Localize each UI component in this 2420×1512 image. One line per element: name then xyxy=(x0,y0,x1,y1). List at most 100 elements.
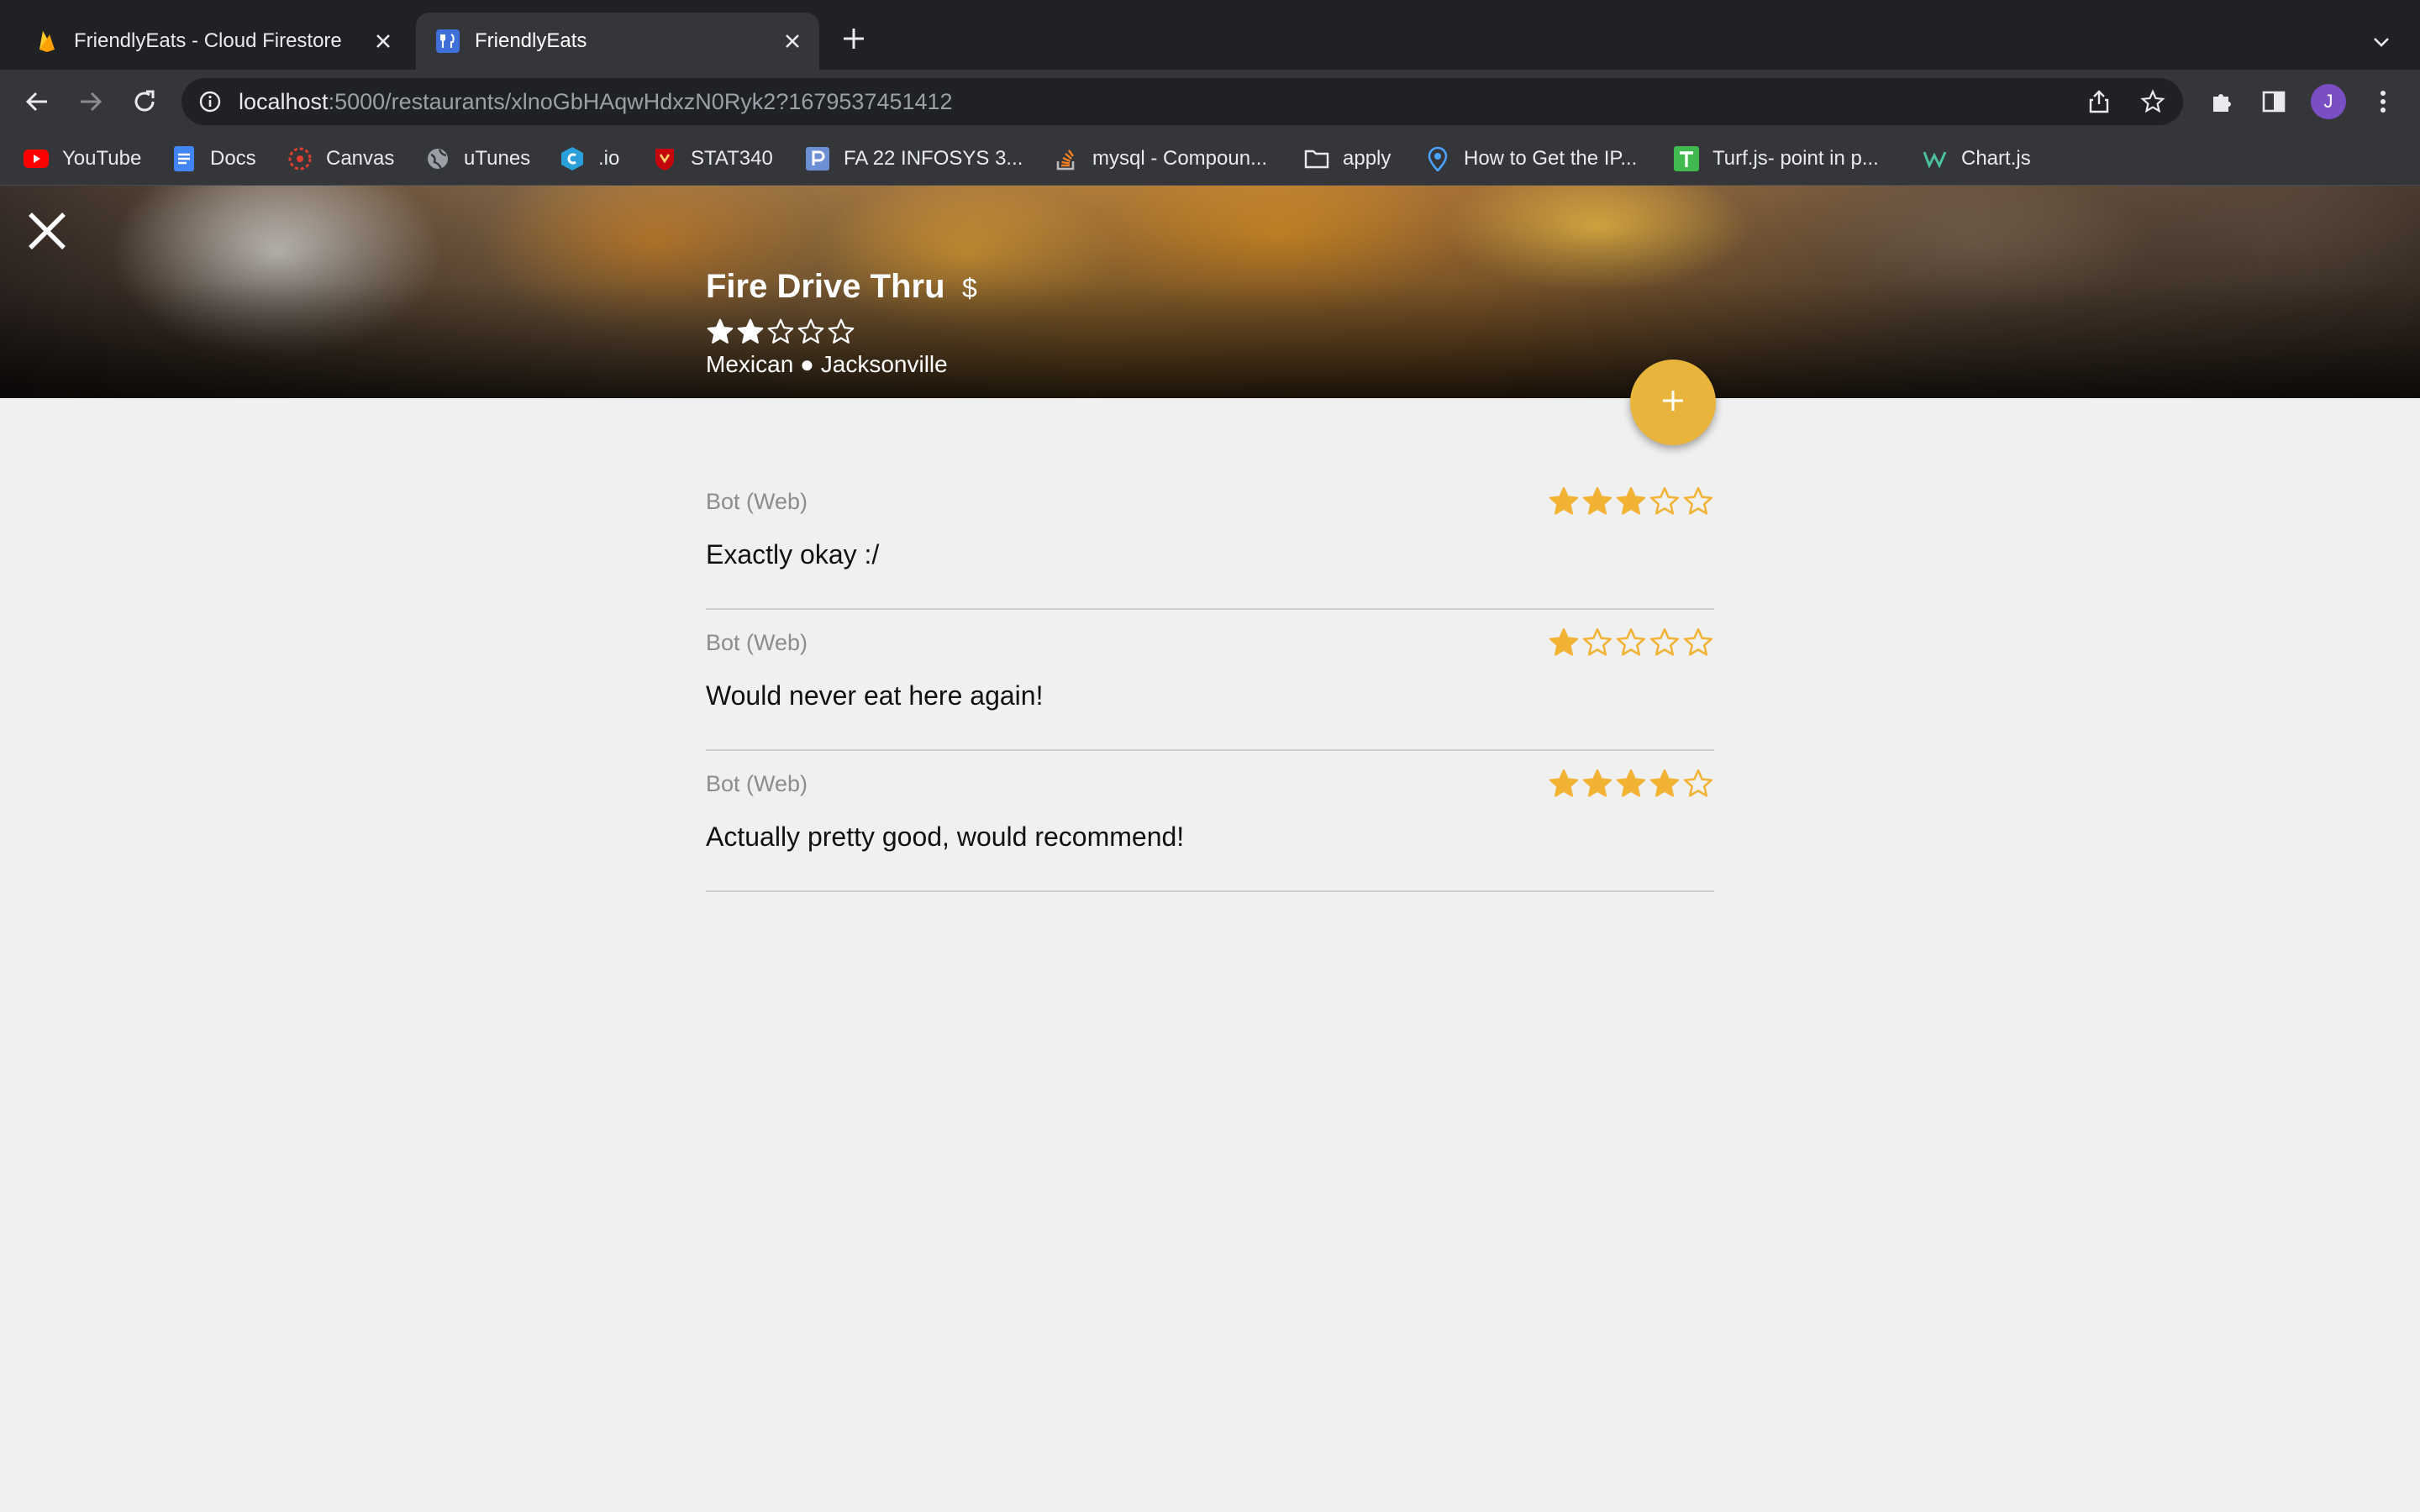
bookmark-canvas[interactable]: Canvas xyxy=(287,144,394,173)
profile-avatar[interactable]: J xyxy=(2311,84,2346,119)
star-empty-icon xyxy=(1683,769,1713,797)
share-icon[interactable] xyxy=(2086,88,2112,115)
review-rating xyxy=(1546,627,1714,659)
bookmark-star-icon[interactable] xyxy=(2139,88,2166,115)
url-path: :5000/restaurants/xlnoGbHAqwHdxzN0Ryk2?1… xyxy=(328,89,953,114)
star-filled-icon xyxy=(1616,769,1646,797)
close-icon[interactable] xyxy=(25,209,69,253)
c-logo-icon xyxy=(560,146,585,171)
bookmark-apply-folder[interactable]: apply xyxy=(1304,144,1391,173)
close-icon[interactable] xyxy=(777,26,808,56)
restaurant-category: Mexican xyxy=(706,351,794,377)
bookmark-io[interactable]: .io xyxy=(560,144,619,173)
add-review-button[interactable] xyxy=(1630,360,1716,445)
star-filled-icon xyxy=(1549,627,1579,656)
tab-friendlyeats[interactable]: FriendlyEats xyxy=(416,13,819,70)
url-text[interactable]: localhost:5000/restaurants/xlnoGbHAqwHdx… xyxy=(239,89,953,115)
firebase-flame-icon xyxy=(35,29,59,53)
bookmark-label: Docs xyxy=(210,147,256,170)
address-bar[interactable]: localhost:5000/restaurants/xlnoGbHAqwHdx… xyxy=(182,78,2183,125)
review-rating xyxy=(1546,486,1714,517)
star-filled-icon xyxy=(1549,769,1579,797)
review-item: Bot (Web) Would never eat here again! xyxy=(706,610,1714,751)
info-icon[interactable] xyxy=(198,90,222,113)
bookmark-turfjs[interactable]: Turf.js- point in p... xyxy=(1674,144,1879,173)
bookmark-label: Turf.js- point in p... xyxy=(1712,147,1879,170)
bookmark-chartjs[interactable]: Chart.js xyxy=(1923,144,2031,173)
star-filled-icon xyxy=(1582,486,1612,515)
stackoverflow-icon xyxy=(1054,146,1079,171)
star-filled-icon xyxy=(1582,769,1612,797)
turf-icon xyxy=(1674,146,1699,171)
forward-arrow-icon[interactable] xyxy=(74,85,108,118)
star-empty-icon xyxy=(1582,627,1612,656)
review-item: Bot (Web) Actually pretty good, would re… xyxy=(706,751,1714,892)
review-author: Bot (Web) xyxy=(706,489,808,514)
star-filled-icon xyxy=(1549,486,1579,515)
new-tab-icon[interactable] xyxy=(839,24,869,54)
plus-icon xyxy=(1660,388,1686,417)
star-empty-icon xyxy=(1616,627,1646,656)
bookmark-how-to-get-ip[interactable]: How to Get the IP... xyxy=(1425,144,1637,173)
tab-title: FriendlyEats xyxy=(475,29,587,52)
url-host: localhost xyxy=(239,89,329,114)
close-icon[interactable] xyxy=(368,26,398,56)
bookmark-label: Canvas xyxy=(326,147,395,170)
bookmark-utunes[interactable]: uTunes xyxy=(425,144,530,173)
chartjs-icon xyxy=(1923,146,1948,171)
youtube-icon xyxy=(24,146,49,171)
review-author: Bot (Web) xyxy=(706,630,808,655)
crest-icon xyxy=(652,146,677,171)
kebab-menu-icon[interactable] xyxy=(2366,85,2400,118)
bookmarks-bar: YouTube Docs Canvas uTunes .io STAT340 F… xyxy=(0,133,2420,186)
review-rating xyxy=(1546,768,1714,800)
star-empty-icon xyxy=(1649,486,1680,515)
side-panel-icon[interactable] xyxy=(2257,85,2291,118)
bookmark-infosys[interactable]: FA 22 INFOSYS 3... xyxy=(805,144,1023,173)
bookmark-label: YouTube xyxy=(62,147,142,170)
bookmark-label: How to Get the IP... xyxy=(1464,147,1638,170)
browser-toolbar: localhost:5000/restaurants/xlnoGbHAqwHdx… xyxy=(0,70,2420,133)
p-logo-icon xyxy=(805,146,830,171)
docs-icon xyxy=(171,146,197,171)
browser-tabstrip: FriendlyEats - Cloud Firestore FriendlyE… xyxy=(0,0,2420,70)
restaurant-name: Fire Drive Thru xyxy=(706,268,945,305)
star-empty-icon xyxy=(767,318,794,344)
bookmark-label: FA 22 INFOSYS 3... xyxy=(844,147,1023,170)
bookmark-label: STAT340 xyxy=(691,147,773,170)
tab-title: FriendlyEats - Cloud Firestore xyxy=(74,29,342,52)
review-item: Bot (Web) Exactly okay :/ xyxy=(706,469,1714,610)
bookmark-mysql[interactable]: mysql - Compoun... xyxy=(1054,144,1267,173)
restaurant-meta: Mexican ● Jacksonville xyxy=(706,351,977,378)
bookmark-label: uTunes xyxy=(464,147,531,170)
back-arrow-icon[interactable] xyxy=(20,85,54,118)
reload-icon[interactable] xyxy=(128,85,161,118)
review-text: Would never eat here again! xyxy=(706,680,1044,711)
star-empty-icon xyxy=(1649,627,1680,656)
review-text: Actually pretty good, would recommend! xyxy=(706,822,1185,852)
restaurant-city: Jacksonville xyxy=(820,351,948,377)
reviews-list: Bot (Web) Exactly okay :/ Bot (Web) Woul… xyxy=(706,469,1714,892)
folder-icon xyxy=(1304,146,1329,171)
bookmark-docs[interactable]: Docs xyxy=(171,144,256,173)
star-filled-icon xyxy=(737,318,764,344)
review-author: Bot (Web) xyxy=(706,771,808,796)
restaurant-header: Fire Drive Thru $ Mexican ● Jacksonville xyxy=(0,186,2420,398)
chevron-down-icon[interactable] xyxy=(2366,27,2396,57)
bookmark-label: Chart.js xyxy=(1961,147,2031,170)
extensions-puzzle-icon[interactable] xyxy=(2205,85,2238,118)
meta-separator: ● xyxy=(800,351,814,377)
bookmark-label: apply xyxy=(1343,147,1392,170)
tab-friendlyeats-firestore[interactable]: FriendlyEats - Cloud Firestore xyxy=(15,13,410,70)
fork-knife-icon xyxy=(436,29,460,53)
star-empty-icon xyxy=(828,318,855,344)
star-filled-icon xyxy=(707,318,734,344)
restaurant-info: Fire Drive Thru $ Mexican ● Jacksonville xyxy=(706,268,977,378)
review-text: Exactly okay :/ xyxy=(706,539,880,570)
location-pin-icon xyxy=(1425,146,1450,171)
restaurant-price: $ xyxy=(961,273,977,303)
bookmark-stat340[interactable]: STAT340 xyxy=(652,144,773,173)
bookmark-youtube[interactable]: YouTube xyxy=(24,144,141,173)
bookmark-label: mysql - Compoun... xyxy=(1092,147,1268,170)
globe-icon xyxy=(425,146,450,171)
